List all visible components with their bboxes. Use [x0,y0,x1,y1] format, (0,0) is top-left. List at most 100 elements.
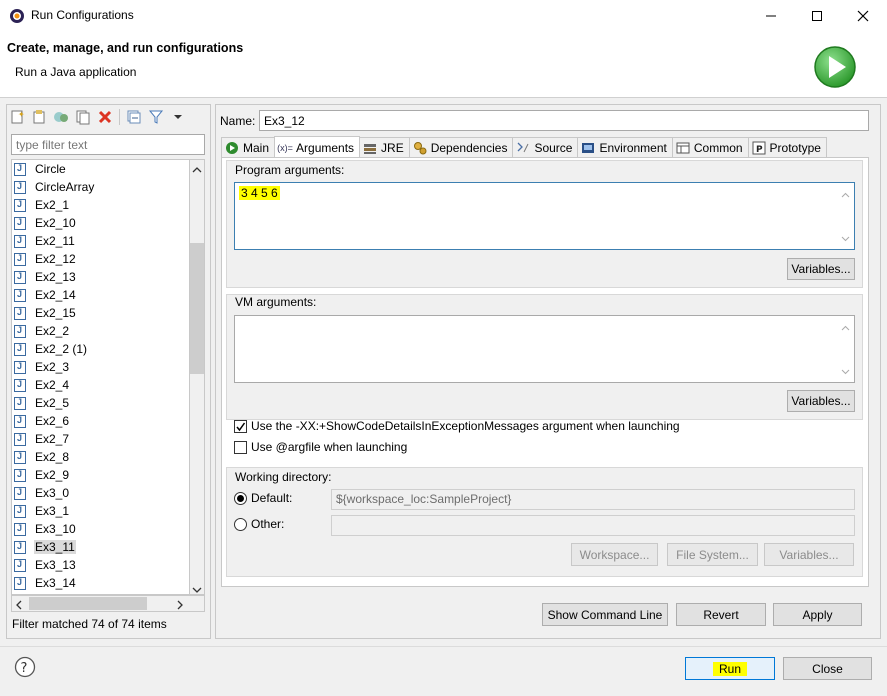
other-dir-radio[interactable] [234,517,247,531]
list-item[interactable]: Ex3_1 [12,502,189,520]
list-item[interactable]: Ex2_2 [12,322,189,340]
tab-prototype[interactable]: P Prototype [747,137,827,158]
tab-jre[interactable]: JRE [359,137,410,158]
list-item[interactable]: Ex2_15 [12,304,189,322]
dropdown-arrow-icon[interactable] [170,109,186,125]
list-item[interactable]: Ex2_10 [12,214,189,232]
left-toolbar: ✦ [9,106,186,128]
list-item[interactable]: Ex3_10 [12,520,189,538]
java-app-icon [14,450,26,464]
run-button[interactable]: Run [685,657,775,680]
java-app-icon [14,252,26,266]
other-dir-option[interactable]: Other: [234,517,284,531]
list-item[interactable]: CircleArray [12,178,189,196]
java-app-icon [14,504,26,518]
show-command-line-button[interactable]: Show Command Line [542,603,668,626]
scroll-right-icon[interactable] [176,599,184,613]
file-system-button[interactable]: File System... [667,543,758,566]
list-item[interactable]: Ex2_1 [12,196,189,214]
duplicate-icon[interactable] [75,109,91,125]
vm-args-label: VM arguments: [235,295,317,309]
footer-divider [0,646,887,647]
program-args-input[interactable]: 3 4 5 6 [234,182,855,250]
list-item[interactable]: Ex2_8 [12,448,189,466]
wd-variables-button[interactable]: Variables... [764,543,854,566]
tab-environment[interactable]: Environment [577,137,673,158]
tree-hscroll-thumb[interactable] [29,597,147,610]
tree-scroll-thumb[interactable] [190,243,204,374]
list-item[interactable]: Ex2_11 [12,232,189,250]
argfile-option[interactable]: Use @argfile when launching [234,440,407,454]
filter-icon[interactable] [148,109,164,125]
java-app-icon [14,576,26,590]
svg-text:✦: ✦ [18,110,25,119]
scroll-up-icon [841,320,850,334]
java-app-icon [14,288,26,302]
list-item[interactable]: Ex2_9 [12,466,189,484]
name-input[interactable] [259,110,869,131]
tree-vertical-scrollbar[interactable] [189,159,205,595]
list-item[interactable]: Ex2_2 (1) [12,340,189,358]
program-args-variables-button[interactable]: Variables... [787,258,855,280]
export-icon[interactable] [53,109,69,125]
java-app-icon [14,162,26,176]
collapse-all-icon[interactable] [126,109,142,125]
argfile-checkbox[interactable] [234,440,247,454]
java-app-icon [14,558,26,572]
help-icon[interactable]: ? [14,656,36,681]
main-tab-icon [225,141,239,155]
scroll-left-icon[interactable] [15,599,23,613]
scroll-up-icon[interactable] [192,163,202,177]
list-item[interactable]: Ex2_14 [12,286,189,304]
java-app-icon [14,468,26,482]
prototype-tab-icon: P [752,141,766,155]
show-code-details-option[interactable]: Use the -XX:+ShowCodeDetailsInExceptionM… [234,419,680,433]
java-app-icon [14,216,26,230]
minimize-button[interactable] [748,0,794,31]
workspace-button[interactable]: Workspace... [571,543,658,566]
new-config-icon[interactable]: ✦ [9,109,25,125]
name-label: Name: [220,114,256,128]
list-item[interactable]: Ex2_5 [12,394,189,412]
list-item[interactable]: Ex2_7 [12,430,189,448]
close-button[interactable]: Close [783,657,872,680]
show-code-details-checkbox[interactable] [234,419,247,433]
list-item[interactable]: Ex2_12 [12,250,189,268]
delete-icon[interactable] [97,109,113,125]
tab-arguments[interactable]: (x)= Arguments [274,136,361,158]
apply-button[interactable]: Apply [773,603,862,626]
tab-source[interactable]: Source [512,137,579,158]
app-icon [9,8,25,24]
run-large-icon [813,45,857,89]
list-item[interactable]: Ex3_13 [12,556,189,574]
filter-input[interactable] [11,134,205,155]
tab-common[interactable]: Common [671,137,749,158]
default-dir-option[interactable]: Default: [234,491,292,505]
close-window-button[interactable] [840,0,886,31]
common-tab-icon [676,141,690,155]
java-app-icon [14,414,26,428]
list-item[interactable]: Ex2_3 [12,358,189,376]
new-prototype-icon[interactable] [31,109,47,125]
java-app-icon [14,342,26,356]
java-app-icon [14,396,26,410]
default-dir-radio[interactable] [234,491,247,505]
source-tab-icon [516,141,530,155]
list-item[interactable]: Ex2_4 [12,376,189,394]
maximize-button[interactable] [794,0,840,31]
list-item[interactable]: Circle [12,160,189,178]
configuration-tree: Circle CircleArray Ex2_1 Ex2_10 Ex2_11 E… [11,159,189,595]
vm-args-variables-button[interactable]: Variables... [787,390,855,412]
tab-main[interactable]: Main [221,137,276,158]
jre-tab-icon [363,141,377,155]
vm-args-input[interactable] [234,315,855,383]
list-item[interactable]: Ex2_6 [12,412,189,430]
revert-button[interactable]: Revert [676,603,766,626]
list-item[interactable]: Ex2_13 [12,268,189,286]
list-item[interactable]: Ex3_0 [12,484,189,502]
list-item[interactable]: Ex3_14 [12,574,189,592]
program-args-label: Program arguments: [235,163,345,177]
list-item-selected[interactable]: Ex3_11 [12,538,189,556]
tab-dependencies[interactable]: Dependencies [408,137,514,158]
window-title: Run Configurations [31,8,134,22]
